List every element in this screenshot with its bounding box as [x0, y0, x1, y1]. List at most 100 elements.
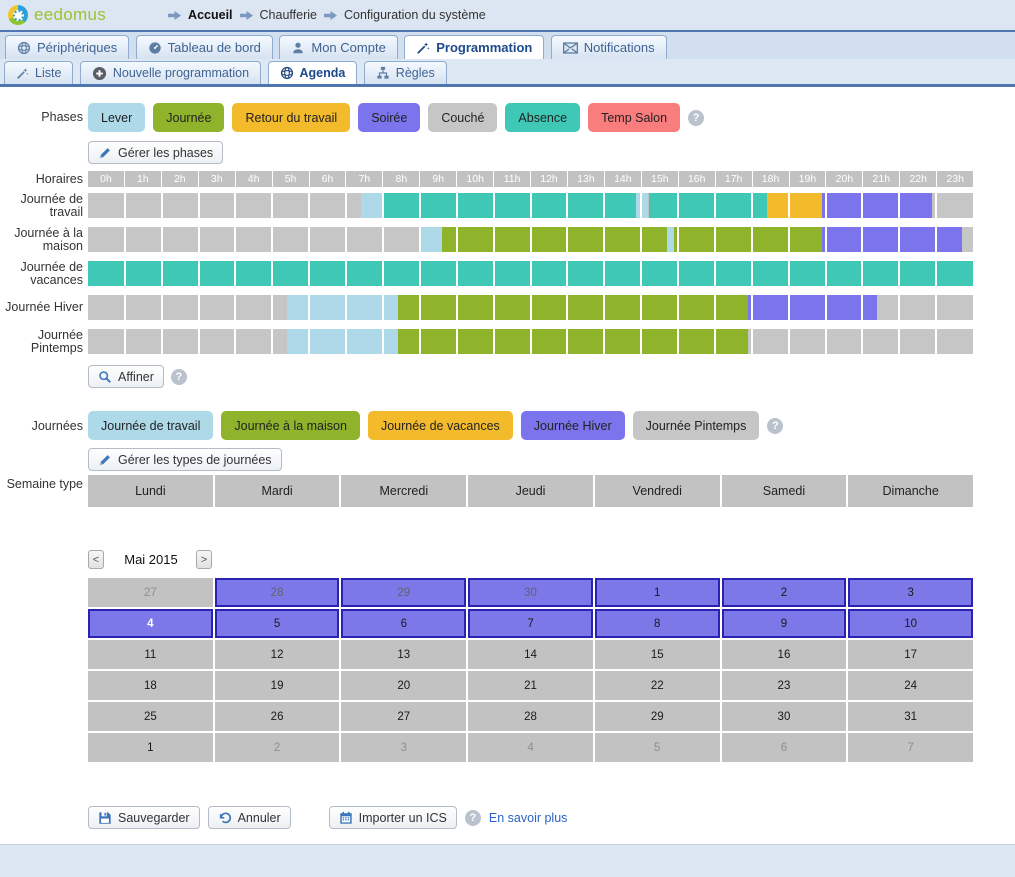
schedule-bar-journee-de-travail[interactable]	[88, 193, 973, 218]
calendar-day-27[interactable]: 27	[341, 702, 466, 731]
subtab-agenda[interactable]: Agenda	[268, 61, 358, 84]
segment-journee[interactable]	[398, 295, 748, 320]
calendar-day-19[interactable]: 19	[215, 671, 340, 700]
phase-button-absence[interactable]: Absence	[505, 103, 580, 132]
segment-journee[interactable]	[398, 329, 748, 354]
segment-couche[interactable]	[88, 227, 420, 252]
calendar-day-30[interactable]: 30	[468, 578, 593, 607]
day-type-button-journee-de-travail[interactable]: Journée de travail	[88, 411, 213, 440]
day-type-button-journee-de-vacances[interactable]: Journée de vacances	[368, 411, 513, 440]
segment-lever[interactable]	[361, 193, 383, 218]
segment-lever[interactable]	[420, 227, 442, 252]
manage-phases-button[interactable]: Gérer les phases	[88, 141, 223, 164]
day-type-button-journee-hiver[interactable]: Journée Hiver	[521, 411, 625, 440]
calendar-day-15[interactable]: 15	[595, 640, 720, 669]
calendar-day-30[interactable]: 30	[722, 702, 847, 731]
affiner-help-icon[interactable]: ?	[171, 369, 187, 385]
calendar-day-27[interactable]: 27	[88, 578, 213, 607]
phase-button-journee[interactable]: Journée	[153, 103, 224, 132]
calendar-prev-button[interactable]: <	[88, 550, 104, 569]
calendar-day-3[interactable]: 3	[341, 733, 466, 762]
tab-programmation[interactable]: Programmation	[404, 35, 544, 59]
tab-tableau-de-bord[interactable]: Tableau de bord	[136, 35, 273, 59]
subtab-nouvelle-programmation[interactable]: Nouvelle programmation	[80, 61, 261, 84]
cancel-button[interactable]: Annuler	[208, 806, 291, 829]
calendar-day-31[interactable]: 31	[848, 702, 973, 731]
tab-mon-compte[interactable]: Mon Compte	[279, 35, 397, 59]
calendar-day-20[interactable]: 20	[341, 671, 466, 700]
calendar-day-6[interactable]: 6	[722, 733, 847, 762]
calendar-day-21[interactable]: 21	[468, 671, 593, 700]
breadcrumb-chaufferie[interactable]: Chaufferie	[260, 8, 317, 22]
segment-couche[interactable]	[88, 295, 287, 320]
segment-soiree[interactable]	[748, 295, 877, 320]
affiner-button[interactable]: Affiner	[88, 365, 164, 388]
segment-soiree[interactable]	[822, 227, 962, 252]
segment-retour[interactable]	[767, 193, 822, 218]
calendar-day-9[interactable]: 9	[722, 609, 847, 638]
phase-button-temp-salon[interactable]: Temp Salon	[588, 103, 680, 132]
calendar-next-button[interactable]: >	[196, 550, 212, 569]
segment-journee[interactable]	[674, 227, 821, 252]
calendar-day-5[interactable]: 5	[595, 733, 720, 762]
calendar-day-2[interactable]: 2	[215, 733, 340, 762]
calendar-day-5[interactable]: 5	[215, 609, 340, 638]
calendar-day-2[interactable]: 2	[722, 578, 847, 607]
phase-button-soiree[interactable]: Soirée	[358, 103, 420, 132]
calendar-day-28[interactable]: 28	[215, 578, 340, 607]
calendar-day-22[interactable]: 22	[595, 671, 720, 700]
calendar-day-25[interactable]: 25	[88, 702, 213, 731]
tab-notifications[interactable]: Notifications	[551, 35, 667, 59]
journees-help-icon[interactable]: ?	[767, 418, 783, 434]
calendar-day-23[interactable]: 23	[722, 671, 847, 700]
segment-lever[interactable]	[667, 227, 674, 252]
segment-journee[interactable]	[442, 227, 667, 252]
calendar-day-10[interactable]: 10	[848, 609, 973, 638]
calendar-day-11[interactable]: 11	[88, 640, 213, 669]
segment-couche[interactable]	[877, 295, 973, 320]
phase-button-couche[interactable]: Couché	[428, 103, 497, 132]
day-type-button-journee-a-la-maison[interactable]: Journée à la maison	[221, 411, 360, 440]
calendar-day-12[interactable]: 12	[215, 640, 340, 669]
segment-couche[interactable]	[88, 193, 361, 218]
import-ics-button[interactable]: Importer un ICS	[329, 806, 457, 829]
calendar-day-1[interactable]: 1	[88, 733, 213, 762]
day-type-button-journee-pintemps[interactable]: Journée Pintemps	[633, 411, 760, 440]
manage-day-types-button[interactable]: Gérer les types de journées	[88, 448, 282, 471]
phases-help-icon[interactable]: ?	[688, 110, 704, 126]
schedule-bar-journee-pintemps[interactable]	[88, 329, 973, 354]
calendar-day-3[interactable]: 3	[848, 578, 973, 607]
more-help-icon[interactable]: ?	[465, 810, 481, 826]
phase-button-lever[interactable]: Lever	[88, 103, 145, 132]
calendar-day-29[interactable]: 29	[341, 578, 466, 607]
calendar-day-29[interactable]: 29	[595, 702, 720, 731]
segment-couche[interactable]	[88, 329, 287, 354]
subtab-liste[interactable]: Liste	[4, 61, 73, 84]
calendar-day-4[interactable]: 4	[468, 733, 593, 762]
learn-more-link[interactable]: En savoir plus	[489, 811, 568, 825]
segment-absence[interactable]	[649, 193, 767, 218]
calendar-day-1[interactable]: 1	[595, 578, 720, 607]
save-button[interactable]: Sauvegarder	[88, 806, 200, 829]
schedule-bar-journee-hiver[interactable]	[88, 295, 973, 320]
segment-soiree[interactable]	[822, 193, 933, 218]
tab-peripheriques[interactable]: Périphériques	[5, 35, 129, 59]
subtab-regles[interactable]: Règles	[364, 61, 447, 84]
phase-button-retour-du-travail[interactable]: Retour du travail	[232, 103, 350, 132]
segment-couche[interactable]	[962, 227, 973, 252]
schedule-bar-journee-a-la-maison[interactable]	[88, 227, 973, 252]
calendar-day-14[interactable]: 14	[468, 640, 593, 669]
calendar-day-6[interactable]: 6	[341, 609, 466, 638]
calendar-day-7[interactable]: 7	[468, 609, 593, 638]
breadcrumb-configuration[interactable]: Configuration du système	[344, 8, 486, 22]
calendar-day-8[interactable]: 8	[595, 609, 720, 638]
calendar-day-24[interactable]: 24	[848, 671, 973, 700]
calendar-day-28[interactable]: 28	[468, 702, 593, 731]
schedule-bar-journee-de-vacances[interactable]	[88, 261, 973, 286]
calendar-day-16[interactable]: 16	[722, 640, 847, 669]
calendar-day-17[interactable]: 17	[848, 640, 973, 669]
calendar-day-18[interactable]: 18	[88, 671, 213, 700]
segment-couche[interactable]	[932, 193, 973, 218]
calendar-day-26[interactable]: 26	[215, 702, 340, 731]
calendar-day-7[interactable]: 7	[848, 733, 973, 762]
